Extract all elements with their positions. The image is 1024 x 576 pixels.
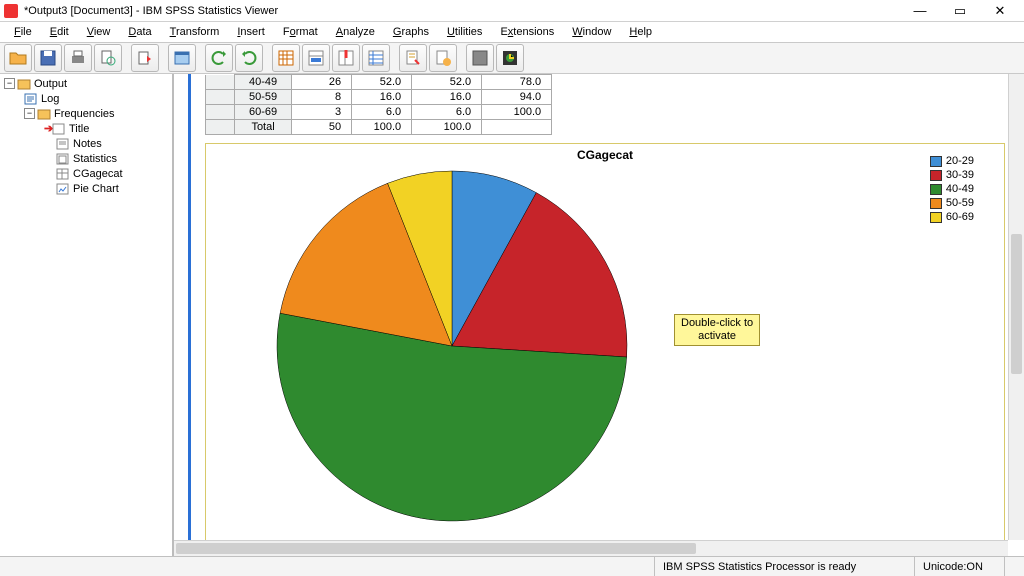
statusbar: IBM SPSS Statistics Processor is ready U… bbox=[0, 556, 1024, 576]
tree-title[interactable]: ➔ Title bbox=[0, 121, 172, 136]
outline-pane[interactable]: − Output Log − Frequencies ➔ Title Notes… bbox=[0, 74, 174, 556]
status-spacer bbox=[1004, 557, 1024, 576]
tree-pie-chart-label: Pie Chart bbox=[73, 183, 119, 195]
chart-icon bbox=[56, 183, 70, 195]
tree-pie-chart[interactable]: Pie Chart bbox=[0, 181, 172, 196]
menu-file[interactable]: File bbox=[6, 24, 40, 40]
legend-item: 50-59 bbox=[930, 196, 974, 210]
table-row[interactable]: 60-69 3 6.0 6.0 100.0 bbox=[206, 105, 552, 120]
chart-legend: 20-29 30-39 40-49 50-59 60-69 bbox=[930, 154, 974, 224]
menubar: File Edit View Data Transform Insert For… bbox=[0, 22, 1024, 42]
titlebar: *Output3 [Document3] - IBM SPSS Statisti… bbox=[0, 0, 1024, 22]
status-processor: IBM SPSS Statistics Processor is ready bbox=[654, 557, 914, 576]
pie-chart-canvas bbox=[272, 166, 632, 529]
tree-output-label: Output bbox=[34, 78, 67, 90]
scrollbar-thumb[interactable] bbox=[1011, 234, 1022, 374]
print-preview-icon[interactable] bbox=[94, 44, 122, 72]
tree-output[interactable]: − Output bbox=[0, 76, 172, 91]
menu-utilities[interactable]: Utilities bbox=[439, 24, 490, 40]
designate-window-icon[interactable] bbox=[466, 44, 494, 72]
notes-icon bbox=[56, 138, 70, 150]
tree-statistics-label: Statistics bbox=[73, 153, 117, 165]
menu-insert[interactable]: Insert bbox=[229, 24, 273, 40]
window-title: *Output3 [Document3] - IBM SPSS Statisti… bbox=[24, 5, 900, 17]
goto-case-icon[interactable] bbox=[302, 44, 330, 72]
menu-format[interactable]: Format bbox=[275, 24, 326, 40]
menu-analyze[interactable]: Analyze bbox=[328, 24, 383, 40]
title-icon bbox=[52, 123, 66, 135]
menu-transform[interactable]: Transform bbox=[162, 24, 228, 40]
print-icon[interactable] bbox=[64, 44, 92, 72]
tree-statistics[interactable]: Statistics bbox=[0, 151, 172, 166]
workspace: − Output Log − Frequencies ➔ Title Notes… bbox=[0, 74, 1024, 556]
content-pane: 40-49 26 52.0 52.0 78.0 50-59 8 16.0 16.… bbox=[174, 74, 1024, 556]
tree-notes[interactable]: Notes bbox=[0, 136, 172, 151]
legend-item: 30-39 bbox=[930, 168, 974, 182]
output-folder-icon bbox=[17, 78, 31, 90]
close-button[interactable]: ✕ bbox=[980, 1, 1020, 21]
tree-frequencies[interactable]: − Frequencies bbox=[0, 106, 172, 121]
tree-title-label: Title bbox=[69, 123, 89, 135]
tree-frequencies-label: Frequencies bbox=[54, 108, 115, 120]
folder-icon bbox=[37, 108, 51, 120]
menu-extensions[interactable]: Extensions bbox=[492, 24, 562, 40]
menu-view[interactable]: View bbox=[79, 24, 119, 40]
menu-window[interactable]: Window bbox=[564, 24, 619, 40]
menu-edit[interactable]: Edit bbox=[42, 24, 77, 40]
activate-tooltip: Double-click toactivate bbox=[674, 314, 760, 346]
tree-cgagecat-label: CGagecat bbox=[73, 168, 123, 180]
collapse-icon[interactable]: − bbox=[24, 108, 35, 119]
table-row[interactable]: Total 50 100.0 100.0 bbox=[206, 120, 552, 135]
recall-dialog-icon[interactable] bbox=[168, 44, 196, 72]
legend-item: 60-69 bbox=[930, 210, 974, 224]
redo-icon[interactable] bbox=[235, 44, 263, 72]
goto-data-icon[interactable] bbox=[272, 44, 300, 72]
run-pending-icon[interactable] bbox=[429, 44, 457, 72]
maximize-button[interactable]: ▭ bbox=[940, 1, 980, 21]
status-unicode: Unicode:ON bbox=[914, 557, 1004, 576]
table-icon bbox=[56, 168, 70, 180]
chart-title: CGagecat bbox=[577, 148, 633, 162]
variables-icon[interactable] bbox=[362, 44, 390, 72]
statistics-icon bbox=[56, 153, 70, 165]
export-icon[interactable] bbox=[131, 44, 159, 72]
minimize-button[interactable]: — bbox=[900, 1, 940, 21]
tree-log-label: Log bbox=[41, 93, 59, 105]
legend-item: 40-49 bbox=[930, 182, 974, 196]
current-marker-icon: ➔ bbox=[44, 122, 52, 135]
tree-notes-label: Notes bbox=[73, 138, 102, 150]
undo-icon[interactable] bbox=[205, 44, 233, 72]
toolbar bbox=[0, 42, 1024, 74]
log-icon bbox=[24, 93, 38, 105]
menu-graphs[interactable]: Graphs bbox=[385, 24, 437, 40]
goto-variable-icon[interactable] bbox=[332, 44, 360, 72]
collapse-icon[interactable]: − bbox=[4, 78, 15, 89]
create-graph-icon[interactable] bbox=[496, 44, 524, 72]
select-last-icon[interactable] bbox=[399, 44, 427, 72]
frequency-table[interactable]: 40-49 26 52.0 52.0 78.0 50-59 8 16.0 16.… bbox=[205, 74, 552, 135]
table-row[interactable]: 50-59 8 16.0 16.0 94.0 bbox=[206, 90, 552, 105]
vertical-scrollbar[interactable] bbox=[1008, 74, 1024, 540]
save-icon[interactable] bbox=[34, 44, 62, 72]
legend-item: 20-29 bbox=[930, 154, 974, 168]
menu-data[interactable]: Data bbox=[120, 24, 159, 40]
app-icon bbox=[4, 4, 18, 18]
table-row[interactable]: 40-49 26 52.0 52.0 78.0 bbox=[206, 75, 552, 90]
scrollbar-thumb[interactable] bbox=[176, 543, 696, 554]
tree-cgagecat[interactable]: CGagecat bbox=[0, 166, 172, 181]
horizontal-scrollbar[interactable] bbox=[174, 540, 1008, 556]
pie-chart-object[interactable]: CGagecat 20-29 30-39 40-49 50-59 60-69 bbox=[205, 143, 1005, 543]
tree-log[interactable]: Log bbox=[0, 91, 172, 106]
open-icon[interactable] bbox=[4, 44, 32, 72]
menu-help[interactable]: Help bbox=[621, 24, 660, 40]
